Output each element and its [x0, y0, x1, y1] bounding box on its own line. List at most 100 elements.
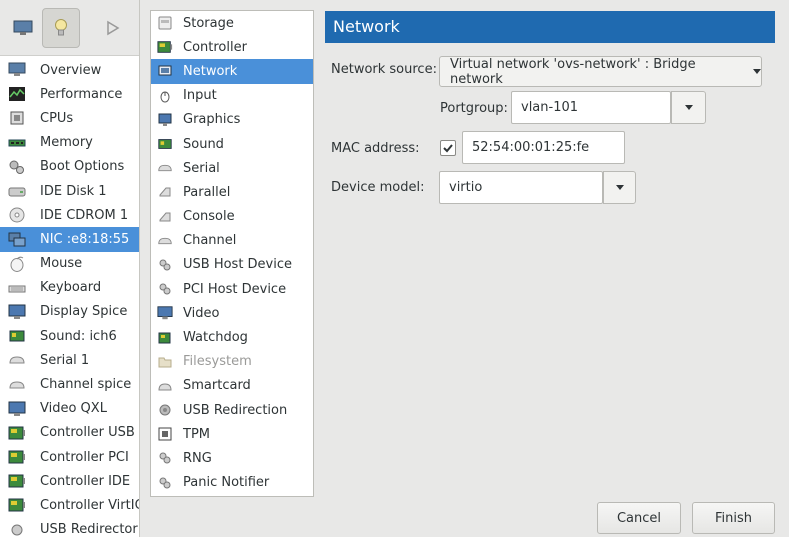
sidebar-item-label: Memory: [40, 135, 93, 151]
device-type-sound[interactable]: Sound: [151, 132, 313, 156]
channel-icon: [157, 233, 173, 249]
device-type-smartcard[interactable]: Smartcard: [151, 374, 313, 398]
sidebar-item-label: NIC :e8:18:55: [40, 231, 130, 247]
device-type-label: Filesystem: [183, 354, 252, 370]
device-model-input[interactable]: virtio: [439, 171, 603, 204]
sidebar-item-label: IDE CDROM 1: [40, 207, 129, 223]
device-type-tpm[interactable]: TPM: [151, 422, 313, 446]
device-type-pci-host-device[interactable]: PCI Host Device: [151, 277, 313, 301]
sidebar-item-channel-spice[interactable]: Channel spice: [0, 372, 139, 396]
sidebar-item-sound-ich6[interactable]: Sound: ich6: [0, 324, 139, 348]
device-type-graphics[interactable]: Graphics: [151, 108, 313, 132]
device-type-label: Storage: [183, 15, 234, 31]
sidebar-item-ide-disk-1[interactable]: IDE Disk 1: [0, 179, 139, 203]
device-type-filesystem: Filesystem: [151, 350, 313, 374]
device-type-video[interactable]: Video: [151, 301, 313, 325]
sidebar-item-display-spice[interactable]: Display Spice: [0, 300, 139, 324]
mac-address-value: 52:54:00:01:25:fe: [472, 140, 590, 155]
sidebar-item-label: USB Redirector: [40, 522, 138, 537]
network-icon: [157, 63, 173, 79]
sidebar-item-controller-ide[interactable]: Controller IDE: [0, 469, 139, 493]
device-type-label: Controller: [183, 39, 247, 55]
device-type-console[interactable]: Console: [151, 205, 313, 229]
sidebar-item-ide-cdrom-1[interactable]: IDE CDROM 1: [0, 203, 139, 227]
chevron-down-icon: [753, 64, 761, 79]
device-type-list: Storage Controller Network Input Graphics Sou…: [150, 10, 314, 497]
device-type-label: Smartcard: [183, 378, 251, 394]
tpm-icon: [157, 426, 173, 442]
device-type-label: TPM: [183, 426, 210, 442]
device-type-parallel[interactable]: Parallel: [151, 180, 313, 204]
cancel-button[interactable]: Cancel: [597, 502, 681, 534]
sidebar-item-performance[interactable]: Performance: [0, 82, 139, 106]
device-type-network[interactable]: Network: [151, 59, 313, 84]
sidebar-item-overview[interactable]: Overview: [0, 58, 139, 82]
display-icon: [7, 303, 27, 321]
device-type-serial[interactable]: Serial: [151, 156, 313, 180]
portgroup-value: vlan-101: [521, 100, 579, 115]
sidebar-item-cpus[interactable]: CPUs: [0, 106, 139, 130]
monitor-icon: [7, 61, 27, 79]
sidebar-item-video-qxl[interactable]: Video QXL: [0, 397, 139, 421]
sidebar-item-controller-usb[interactable]: Controller USB: [0, 421, 139, 445]
sidebar-item-boot-options[interactable]: Boot Options: [0, 155, 139, 179]
sound-icon: [157, 136, 173, 152]
mac-address-checkbox[interactable]: [440, 140, 456, 156]
sidebar-item-nic-e8-18-55[interactable]: NIC :e8:18:55: [0, 227, 139, 252]
portgroup-dropdown-button[interactable]: [671, 91, 706, 124]
device-type-rng[interactable]: RNG: [151, 446, 313, 470]
device-type-channel[interactable]: Channel: [151, 229, 313, 253]
usb-icon: [157, 257, 173, 273]
device-type-label: Graphics: [183, 112, 241, 128]
sidebar-item-keyboard[interactable]: Keyboard: [0, 276, 139, 300]
mouse-icon: [7, 255, 27, 273]
finish-button[interactable]: Finish: [692, 502, 775, 534]
portgroup-input[interactable]: vlan-101: [511, 91, 671, 124]
cdrom-icon: [7, 206, 27, 224]
sidebar-item-mouse[interactable]: Mouse: [0, 252, 139, 276]
device-type-usb-redirection[interactable]: USB Redirection: [151, 398, 313, 422]
disk-icon: [7, 182, 27, 200]
device-model-dropdown-button[interactable]: [603, 171, 636, 204]
sidebar-item-memory[interactable]: Memory: [0, 131, 139, 155]
video-icon: [7, 400, 27, 418]
controller-icon: [7, 448, 27, 466]
controller-icon: [7, 496, 27, 514]
portgroup-label: Portgroup:: [440, 101, 508, 116]
page-title: Network: [325, 11, 775, 43]
sidebar-item-controller-pci[interactable]: Controller PCI: [0, 445, 139, 469]
sidebar-item-label: Video QXL: [40, 401, 107, 417]
sidebar-item-label: Serial 1: [40, 352, 90, 368]
play-icon[interactable]: [94, 8, 132, 48]
network-source-select[interactable]: Virtual network 'ovs-network' : Bridge n…: [439, 56, 762, 87]
sidebar-item-usb-redirector[interactable]: USB Redirector: [0, 518, 139, 537]
sidebar-item-label: CPUs: [40, 110, 74, 126]
checkmark-icon: [443, 144, 453, 153]
sidebar-item-label: Boot Options: [40, 159, 125, 175]
device-type-input[interactable]: Input: [151, 84, 313, 108]
sidebar-item-label: Mouse: [40, 256, 83, 272]
sidebar-item-label: Controller PCI: [40, 449, 129, 465]
memory-icon: [7, 134, 27, 152]
cpu-icon: [7, 109, 27, 127]
device-type-watchdog[interactable]: Watchdog: [151, 325, 313, 349]
monitor-icon[interactable]: [4, 8, 42, 48]
sidebar-item-label: Overview: [40, 62, 102, 78]
mac-address-field[interactable]: 52:54:00:01:25:fe: [462, 131, 625, 164]
mac-address-label: MAC address:: [331, 141, 420, 156]
lightbulb-icon[interactable]: [42, 8, 80, 48]
channel-icon: [7, 376, 27, 394]
device-type-label: Channel: [183, 233, 237, 249]
sidebar-item-label: IDE Disk 1: [40, 183, 107, 199]
device-type-storage[interactable]: Storage: [151, 11, 313, 35]
device-model-value: virtio: [449, 180, 483, 195]
sidebar-item-label: Channel spice: [40, 377, 132, 393]
device-type-usb-host-device[interactable]: USB Host Device: [151, 253, 313, 277]
device-type-controller[interactable]: Controller: [151, 35, 313, 59]
sidebar-toolbar: [0, 0, 139, 56]
sidebar-item-controller-virtio[interactable]: Controller VirtIO: [0, 493, 139, 517]
device-type-label: Panic Notifier: [183, 475, 270, 491]
device-type-panic-notifier[interactable]: Panic Notifier: [151, 471, 313, 495]
nic-icon: [7, 230, 27, 248]
sidebar-item-serial-1[interactable]: Serial 1: [0, 348, 139, 372]
